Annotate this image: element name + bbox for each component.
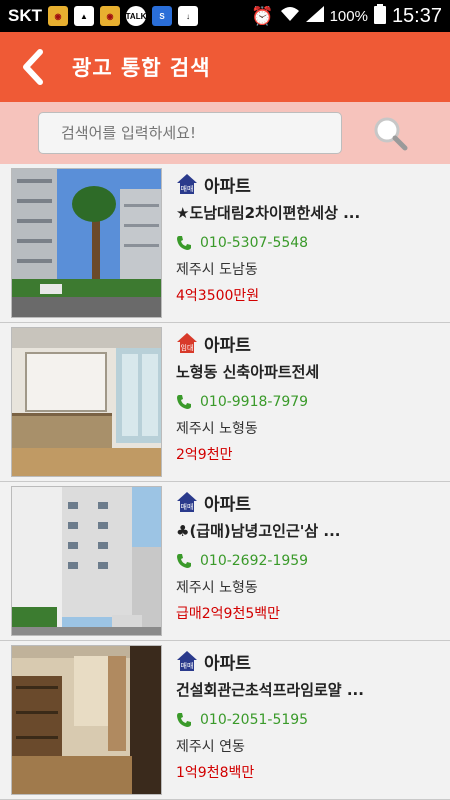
listing-price: 2억9천만 xyxy=(176,447,233,463)
wifi-icon xyxy=(280,6,300,27)
listing-name: 노형동 신축아파트전세 xyxy=(176,363,320,381)
listing-type: 아파트 xyxy=(204,176,251,197)
phone-number[interactable]: 010-9918-7979 xyxy=(200,394,308,410)
listing-price: 급매2억9천5백만 xyxy=(176,606,281,622)
listing-price: 4억3500만원 xyxy=(176,288,260,304)
phone-number[interactable]: 010-5307-5548 xyxy=(200,235,308,251)
phone-number[interactable]: 010-2051-5195 xyxy=(200,712,308,728)
download-icon: ↓ xyxy=(178,6,198,26)
listing-location: 제주시 도남동 xyxy=(176,262,258,278)
search-bar xyxy=(0,102,450,164)
listing-type: 아파트 xyxy=(204,653,251,674)
listing-type: 아파트 xyxy=(204,335,251,356)
list-item[interactable]: 임대 아파트 노형동 신축아파트전세 010-9918-7979 제주시 노형동… xyxy=(0,323,450,482)
sale-badge-icon: 매매 xyxy=(177,651,197,671)
phone-icon[interactable] xyxy=(176,712,192,728)
listing-location: 제주시 노형동 xyxy=(176,580,258,596)
rent-badge-icon: 임대 xyxy=(177,333,197,353)
listing-photo xyxy=(11,645,162,795)
game-icon: ◉ xyxy=(48,6,68,26)
phone-icon[interactable] xyxy=(176,235,192,251)
svg-text:매매: 매매 xyxy=(181,503,194,511)
list-item[interactable]: 매매 아파트 ♣(급매)남녕고인근'삼 ... 010-2692-1959 제주… xyxy=(0,482,450,641)
svg-text:매매: 매매 xyxy=(181,185,194,193)
sale-badge-icon: 매매 xyxy=(177,174,197,194)
gallery-icon: ▲ xyxy=(74,6,94,26)
svg-text:매매: 매매 xyxy=(181,662,194,670)
listing-photo xyxy=(11,327,162,477)
battery-icon xyxy=(373,3,386,29)
list-item[interactable]: 매매 아파트 ★도남대림2차이편한세상 ... 010-5307-5548 제주… xyxy=(0,164,450,323)
carrier-label: SKT xyxy=(8,6,42,25)
game-icon: ◉ xyxy=(100,6,120,26)
chevron-left-icon[interactable] xyxy=(20,47,56,87)
listing-location: 제주시 연동 xyxy=(176,739,245,755)
battery-percent: 100% xyxy=(329,7,368,25)
talk-icon: TALK xyxy=(126,6,146,26)
listing-list: 매매 아파트 ★도남대림2차이편한세상 ... 010-5307-5548 제주… xyxy=(0,164,450,800)
signal-icon xyxy=(305,5,324,27)
listing-location: 제주시 노형동 xyxy=(176,421,258,437)
alarm-icon: ⏰ xyxy=(251,5,274,26)
listing-type: 아파트 xyxy=(204,494,251,515)
phone-icon[interactable] xyxy=(176,394,192,410)
listing-price: 1억9천8백만 xyxy=(176,765,255,781)
sale-badge-icon: 매매 xyxy=(177,492,197,512)
listing-name: ♣(급매)남녕고인근'삼 ... xyxy=(176,522,341,540)
search-input[interactable] xyxy=(38,112,342,154)
status-bar: SKT ◉ ▲ ◉ TALK S ↓ ⏰ 100% 15:37 xyxy=(0,0,450,32)
listing-name: 건설회관근초석프라임로얄 ... xyxy=(176,681,364,699)
svg-text:임대: 임대 xyxy=(181,344,194,352)
phone-icon[interactable] xyxy=(176,553,192,569)
app-header: 광고 통합 검색 xyxy=(0,32,450,102)
listing-photo xyxy=(11,486,162,636)
listing-name: ★도남대림2차이편한세상 ... xyxy=(176,204,361,222)
listing-photo xyxy=(11,168,162,318)
list-item[interactable]: 매매 아파트 건설회관근초석프라임로얄 ... 010-2051-5195 제주… xyxy=(0,641,450,800)
samsung-icon: S xyxy=(152,6,172,26)
page-title: 광고 통합 검색 xyxy=(72,56,211,80)
search-icon[interactable] xyxy=(370,113,410,153)
clock: 15:37 xyxy=(391,4,442,27)
phone-number[interactable]: 010-2692-1959 xyxy=(200,553,308,569)
